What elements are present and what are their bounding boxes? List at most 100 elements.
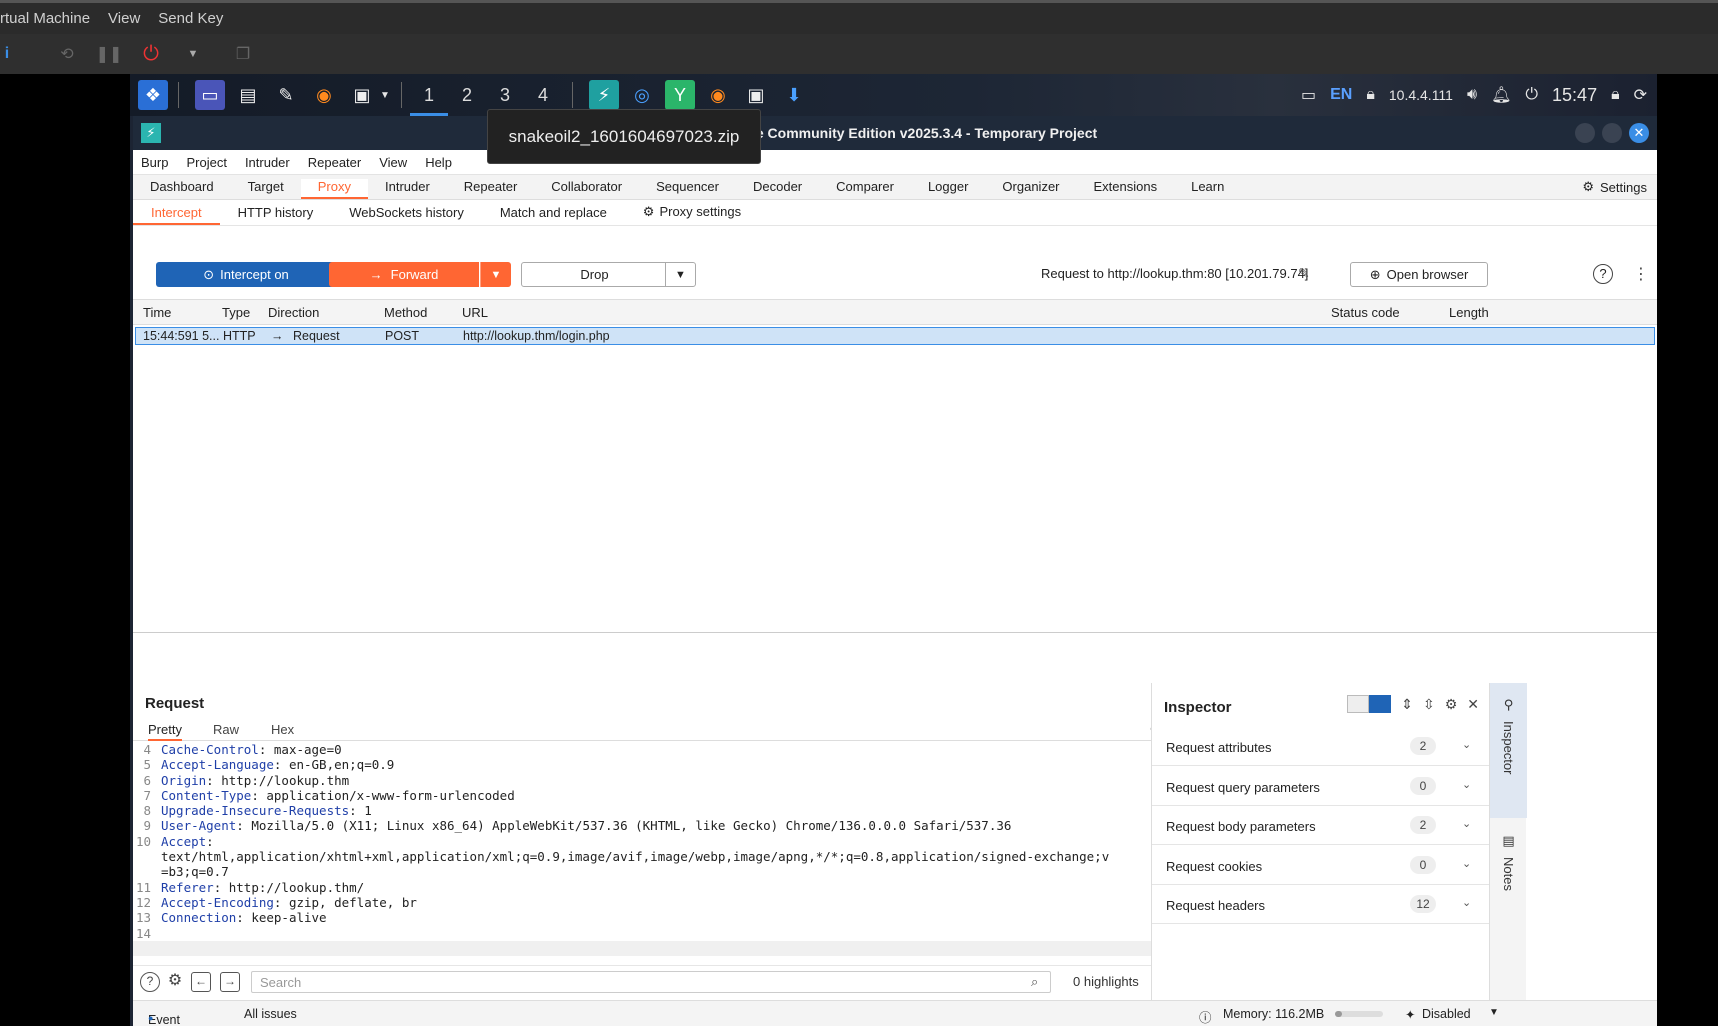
window-icon[interactable]: ▭ (1301, 85, 1316, 105)
folder-download-icon[interactable]: ⬇ (779, 80, 809, 110)
menu-project[interactable]: Project (186, 155, 226, 170)
tab-logger[interactable]: Logger (911, 179, 985, 199)
power-icon[interactable]: ⏻ (138, 41, 164, 67)
chevron-down-icon[interactable]: ⌄ (1462, 817, 1471, 830)
files-icon[interactable]: ▤ (233, 80, 263, 110)
menu-burp[interactable]: Burp (141, 155, 168, 170)
minimize-button[interactable] (1575, 123, 1595, 143)
power-manager-icon[interactable]: ⏻ (1525, 86, 1538, 104)
more-options-icon[interactable]: ⋮ (1633, 264, 1649, 284)
vm-menu-sendkey[interactable]: Send Key (158, 10, 223, 27)
tab-dashboard[interactable]: Dashboard (133, 179, 231, 199)
pause-icon[interactable]: ❚❚ (96, 41, 123, 67)
col-direction[interactable]: Direction (268, 305, 319, 320)
tab-decoder[interactable]: Decoder (736, 179, 819, 199)
expand-icon[interactable]: ⇕ (1401, 696, 1413, 713)
tab-learn[interactable]: Learn (1174, 179, 1241, 199)
desktop-icon[interactable]: ▭ (195, 80, 225, 110)
all-issues-link[interactable]: All issues (244, 1007, 297, 1021)
lock-screen-icon[interactable]: 🔒︎ (1611, 86, 1620, 104)
inspector-section[interactable]: Request body parameters 2 ⌄ (1152, 806, 1490, 845)
vm-menu-machine[interactable]: rtual Machine (0, 10, 90, 27)
workspace-1[interactable]: 1 (410, 74, 448, 116)
tab-sequencer[interactable]: Sequencer (639, 179, 736, 199)
tab-hex[interactable]: Hex (271, 722, 294, 737)
menu-view[interactable]: View (379, 155, 407, 170)
tab-extensions[interactable]: Extensions (1077, 179, 1175, 199)
tab-repeater[interactable]: Repeater (447, 179, 534, 199)
bell-icon[interactable]: 🔔︎ (1491, 85, 1511, 105)
layout-toggle[interactable] (1347, 695, 1392, 713)
arrow-right-icon[interactable]: → (220, 972, 240, 992)
inspector-section[interactable]: Request headers 12 ⌄ (1152, 885, 1490, 924)
burp-taskbar-icon[interactable]: ⚡ (589, 80, 619, 110)
vm-menu-view[interactable]: View (108, 10, 140, 27)
menu-help[interactable]: Help (425, 155, 452, 170)
menu-intruder[interactable]: Intruder (245, 155, 290, 170)
chevron-down-icon[interactable]: ▼ (180, 41, 206, 67)
inspector-section[interactable]: Request cookies 0 ⌄ (1152, 846, 1490, 885)
tab-http-history[interactable]: HTTP history (220, 205, 332, 225)
inspector-section[interactable]: Request attributes 2 ⌄ (1152, 727, 1490, 766)
tab-intercept[interactable]: Intercept (133, 205, 220, 225)
menu-repeater[interactable]: Repeater (308, 155, 361, 170)
workspace-2[interactable]: 2 (448, 74, 486, 116)
tab-intruder[interactable]: Intruder (368, 179, 447, 199)
help-icon[interactable]: ? (140, 972, 160, 992)
intercept-toggle-button[interactable]: ⊙ Intercept on (156, 262, 336, 287)
gear-icon[interactable]: ⚙ (1445, 696, 1458, 713)
firefox-icon[interactable]: ◉ (309, 80, 339, 110)
inspector-section[interactable]: Request query parameters 0 ⌄ (1152, 767, 1490, 806)
chevron-down-icon[interactable]: ⌄ (1462, 896, 1471, 909)
tab-organizer[interactable]: Organizer (985, 179, 1076, 199)
drop-options-button[interactable]: ▼ (665, 262, 696, 287)
table-row[interactable]: 15:44:591 5... HTTP → Request POST http:… (135, 327, 1655, 345)
rail-tab-notes[interactable]: ▤ Notes (1490, 833, 1527, 943)
chromium-icon[interactable]: ◎ (627, 80, 657, 110)
tab-comparer[interactable]: Comparer (819, 179, 911, 199)
forward-button[interactable]: → Forward (329, 262, 479, 287)
col-status-code[interactable]: Status code (1331, 305, 1400, 320)
tab-websockets-history[interactable]: WebSockets history (331, 205, 482, 225)
kali-menu-icon[interactable]: ❖ (138, 80, 168, 110)
layout-left[interactable] (1347, 695, 1370, 713)
close-icon[interactable]: ✕ (1467, 696, 1479, 713)
tab-match-replace[interactable]: Match and replace (482, 205, 625, 225)
tab-proxy[interactable]: Proxy (300, 179, 368, 199)
lock-network-icon[interactable]: 🔒︎ (1366, 86, 1375, 104)
chevron-down-icon[interactable]: ⌄ (1462, 738, 1471, 751)
chevron-down-icon[interactable]: ⌄ (1462, 778, 1471, 791)
arrow-left-icon[interactable]: ← (191, 972, 211, 992)
snapshot-icon[interactable]: ❐ (230, 41, 256, 67)
terminal-icon[interactable]: ▣ (741, 80, 771, 110)
col-type[interactable]: Type (222, 305, 250, 320)
text-editor-icon[interactable]: ✎ (271, 80, 301, 110)
forward-options-button[interactable]: ▼ (480, 262, 511, 287)
search-input[interactable]: Search (251, 971, 1051, 993)
open-browser-button[interactable]: ⊕ Open browser (1350, 262, 1488, 287)
col-method[interactable]: Method (384, 305, 427, 320)
close-button[interactable]: ✕ (1629, 123, 1649, 143)
layout-right[interactable] (1369, 695, 1392, 713)
collapse-icon[interactable]: ⇳ (1423, 696, 1435, 713)
rail-tab-inspector[interactable]: ⚲ Inspector (1490, 683, 1527, 818)
logout-icon[interactable]: ⟳ (1634, 85, 1647, 105)
reset-icon[interactable]: ⟲ (54, 41, 80, 67)
maximize-button[interactable] (1602, 123, 1622, 143)
settings-button[interactable]: ⚙ Settings (1582, 179, 1647, 195)
info-icon[interactable]: i (0, 41, 14, 67)
gear-icon[interactable]: ⚙ (165, 972, 185, 992)
pencil-icon[interactable]: ✎ (1298, 265, 1310, 282)
tab-target[interactable]: Target (231, 179, 301, 199)
drop-button[interactable]: Drop (521, 262, 668, 287)
tab-pretty[interactable]: Pretty (148, 722, 182, 741)
request-body[interactable]: 4 Cache-Control: max-age=0 5 Accept-Languag… (133, 742, 1241, 957)
chevron-down-icon[interactable]: ▼ (1489, 1007, 1499, 1018)
chevron-down-icon[interactable]: ⌄ (1462, 857, 1471, 870)
col-time[interactable]: Time (143, 305, 171, 320)
search-icon[interactable]: ⌕ (1031, 974, 1038, 990)
chevron-down-icon[interactable]: ▼ (379, 80, 391, 110)
col-length[interactable]: Length (1449, 305, 1489, 320)
tab-collaborator[interactable]: Collaborator (534, 179, 639, 199)
col-url[interactable]: URL (462, 305, 488, 320)
